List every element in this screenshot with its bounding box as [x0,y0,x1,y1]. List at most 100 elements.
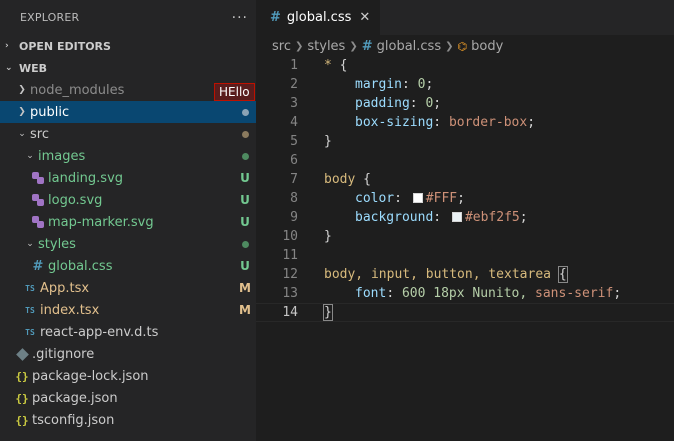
git-status: M [239,281,251,295]
tree-item-package-lock[interactable]: {} package-lock.json [0,365,256,387]
css-file-icon: # [270,10,281,25]
code-line-current: 14 } [256,303,674,322]
tree-item-styles[interactable]: ⌄ styles [0,233,256,255]
tree-item-label: package.json [32,390,118,406]
svg-file-icon [30,171,46,185]
tree-item-label: .gitignore [32,346,95,362]
tree-item-global-css[interactable]: # global.css U [0,255,256,277]
file-tree: ❯ node_modules ❯ public ⌄ src ⌄ images l… [0,79,256,431]
git-file-icon [14,347,30,361]
chevron-right-icon: ❯ [294,40,304,52]
editor-pane: # global.css ✕ src ❯ styles ❯ # global.c… [256,0,674,441]
typescript-file-icon: TS [25,327,35,337]
git-status: M [239,303,251,317]
chevron-down-icon: ⌄ [26,151,34,161]
chevron-down-icon: ⌄ [18,129,26,139]
code-line: 5 } [256,132,674,151]
chevron-right-icon: ❯ [349,40,358,52]
css-file-icon: # [361,38,373,54]
tree-item-label: react-app-env.d.ts [40,324,159,340]
tree-item-label: App.tsx [40,280,90,296]
status-dot [234,105,256,119]
code-line: 13 font: 600 18px Nunito, sans-serif; [256,284,674,303]
tree-item-label: images [38,148,86,164]
tree-item-package-json[interactable]: {} package.json [0,387,256,409]
code-line: 10 } [256,227,674,246]
tree-item-src[interactable]: ⌄ src [0,123,256,145]
line-number: 7 [290,172,298,187]
svg-file-icon [30,193,46,207]
color-swatch[interactable] [451,212,462,222]
tree-item-index-tsx[interactable]: TS index.tsx M [0,299,256,321]
git-status: U [240,171,250,185]
chevron-down-icon: ⌄ [26,239,34,249]
tree-item-label: tsconfig.json [32,412,115,428]
tree-item-landing-svg[interactable]: landing.svg U [0,167,256,189]
explorer-title: EXPLORER [20,11,80,24]
color-swatch[interactable] [412,193,423,203]
tree-item-images[interactable]: ⌄ images [0,145,256,167]
section-web[interactable]: ⌄ WEB [0,57,256,79]
code-line: 7 body { [256,170,674,189]
code-line: 6 [256,151,674,170]
line-number: 11 [282,248,298,263]
chevron-right-icon: ❯ [445,40,454,52]
typescript-file-icon: TS [25,305,35,315]
breadcrumb-item-styles[interactable]: styles [307,39,345,54]
line-number: 10 [282,229,298,244]
json-file-icon: {} [15,391,29,405]
tree-item-app-tsx[interactable]: TS App.tsx M [0,277,256,299]
tree-item-public[interactable]: ❯ public [0,101,256,123]
json-file-icon: {} [15,413,29,427]
tree-item-tsconfig[interactable]: {} tsconfig.json [0,409,256,431]
svg-file-icon [30,215,46,229]
tree-item-label: styles [38,236,76,252]
status-dot [234,149,256,163]
chevron-right-icon: › [5,41,9,51]
json-file-icon: {} [15,369,29,383]
tab-bar: # global.css ✕ [256,0,674,35]
line-number: 9 [290,210,298,225]
breadcrumb-item-src[interactable]: src [272,39,291,54]
tree-item-label: package-lock.json [32,368,149,384]
breadcrumb-item-global-css[interactable]: global.css [377,39,441,54]
more-actions-icon[interactable]: ··· [232,10,248,26]
code-line: 12 body, input, button, textarea { [256,265,674,284]
explorer-header: EXPLORER ··· [0,0,256,35]
tree-item-logo-svg[interactable]: logo.svg U [0,189,256,211]
git-status: U [240,193,250,207]
explorer-sidebar: EXPLORER ··· › OPEN EDITORS ⌄ WEB ❯ node… [0,0,256,441]
symbol-icon: ⌬ [457,39,468,53]
tree-item-react-app-env[interactable]: TS react-app-env.d.ts [0,321,256,343]
line-number: 1 [290,58,298,73]
chevron-right-icon: ❯ [18,85,26,95]
code-line: 8 color: #FFF; [256,189,674,208]
tab-global-css[interactable]: # global.css ✕ [256,0,381,35]
tree-item-label: logo.svg [48,192,103,208]
line-number: 14 [282,305,298,320]
line-number: 5 [290,134,298,149]
code-line: 11 [256,246,674,265]
tree-item-label: map-marker.svg [48,214,154,230]
breadcrumb: src ❯ styles ❯ # global.css ❯ ⌬ body [256,35,674,57]
chevron-right-icon: ❯ [18,107,26,117]
tree-item-label: landing.svg [48,170,124,186]
breadcrumb-item-body[interactable]: body [471,39,503,54]
tree-item-gitignore[interactable]: .gitignore [0,343,256,365]
hover-tooltip: HEllo [214,83,255,101]
tree-item-label: src [30,126,49,142]
line-number: 13 [282,286,298,301]
tab-label: global.css [286,10,352,25]
tree-item-label: index.tsx [40,302,100,318]
tree-item-map-marker-svg[interactable]: map-marker.svg U [0,211,256,233]
section-open-editors[interactable]: › OPEN EDITORS [0,35,256,57]
code-editor[interactable]: 1 * { 2 margin: 0; 3 padding: 0; 4 box-s… [256,56,674,322]
typescript-file-icon: TS [25,283,35,293]
close-icon[interactable]: ✕ [359,10,370,25]
code-line: 2 margin: 0; [256,75,674,94]
status-dot [234,127,256,141]
git-status: U [240,259,250,273]
code-line: 4 box-sizing: border-box; [256,113,674,132]
status-dot [234,237,256,251]
line-number: 3 [290,96,298,111]
